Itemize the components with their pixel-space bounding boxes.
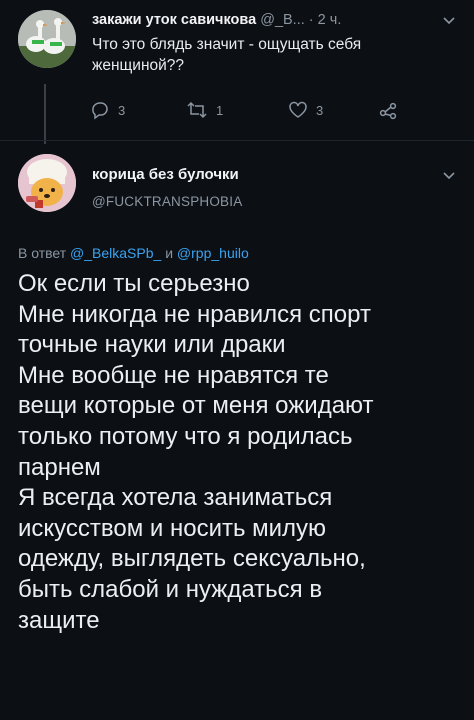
quoted-tweet[interactable]: закажи уток савичкова @_В... · 2 ч. Что …: [0, 0, 474, 144]
tweet-actions: 3 1 3: [90, 100, 430, 124]
timestamp[interactable]: 2 ч.: [318, 12, 342, 28]
thread-line: [44, 84, 46, 144]
reply-context: В ответ @_BelkaSPb_ и @rpp_huilo: [18, 245, 249, 261]
tweet-line: Мне никогда не нравился спорт: [18, 300, 371, 328]
like-count: 3: [316, 102, 324, 118]
mention-link[interactable]: @rpp_huilo: [177, 245, 249, 261]
tweet-line: искусством и носить милую: [18, 514, 327, 542]
username[interactable]: @_В...: [260, 12, 305, 28]
reply-prefix: В ответ: [18, 245, 67, 261]
share-icon: [379, 102, 397, 120]
separator: ·: [308, 12, 314, 28]
avatar-winnie-pooh-image: [18, 154, 76, 212]
reply-joiner: и: [165, 245, 174, 261]
tweet-header: закажи уток савичкова @_В... · 2 ч.: [92, 12, 341, 28]
avatar[interactable]: [18, 10, 76, 68]
tweet-text: Ок если ты серьезно Мне никогда не нрави…: [18, 269, 468, 636]
display-name[interactable]: корица без булочки: [92, 166, 239, 183]
retweet-icon: [187, 101, 207, 119]
username[interactable]: @FUCKTRANSPHOBIA: [92, 194, 242, 209]
avatar[interactable]: [18, 154, 76, 212]
chevron-down-icon[interactable]: [442, 169, 456, 183]
share-button[interactable]: [378, 100, 398, 120]
reply-button[interactable]: 3: [90, 100, 125, 120]
tweet-line: парнем: [18, 453, 101, 481]
reply-icon: [92, 102, 108, 120]
like-button[interactable]: 3: [288, 100, 323, 120]
tweet-line: быть слабой и нуждаться в: [18, 575, 323, 603]
tweet-line: Мне вообще не нравятся те: [18, 361, 329, 389]
tweet-line: защите: [18, 606, 100, 634]
display-name[interactable]: закажи уток савичкова: [92, 12, 256, 28]
main-tweet[interactable]: корица без булочки @FUCKTRANSPHOBIA В от…: [0, 141, 474, 720]
retweet-count: 1: [216, 102, 224, 118]
like-icon: [289, 101, 307, 118]
tweet-line: вещи которые от меня ожидают: [18, 392, 374, 420]
tweet-line: только потому что я родилась: [18, 422, 353, 450]
reply-count: 3: [118, 102, 126, 118]
avatar-geese-image: [18, 10, 76, 68]
chevron-down-icon[interactable]: [442, 14, 456, 28]
tweet-line: Я всегда хотела заниматься: [18, 484, 333, 512]
tweet-line: точные науки или драки: [18, 331, 286, 359]
mention-link[interactable]: @_BelkaSPb_: [70, 245, 161, 261]
tweet-line: Ок если ты серьезно: [18, 270, 250, 297]
tweet-line: одежду, выглядеть сексуально,: [18, 545, 366, 573]
retweet-button[interactable]: 1: [186, 100, 223, 120]
tweet-text: Что это блядь значит - ощущать себя женщ…: [92, 36, 362, 74]
